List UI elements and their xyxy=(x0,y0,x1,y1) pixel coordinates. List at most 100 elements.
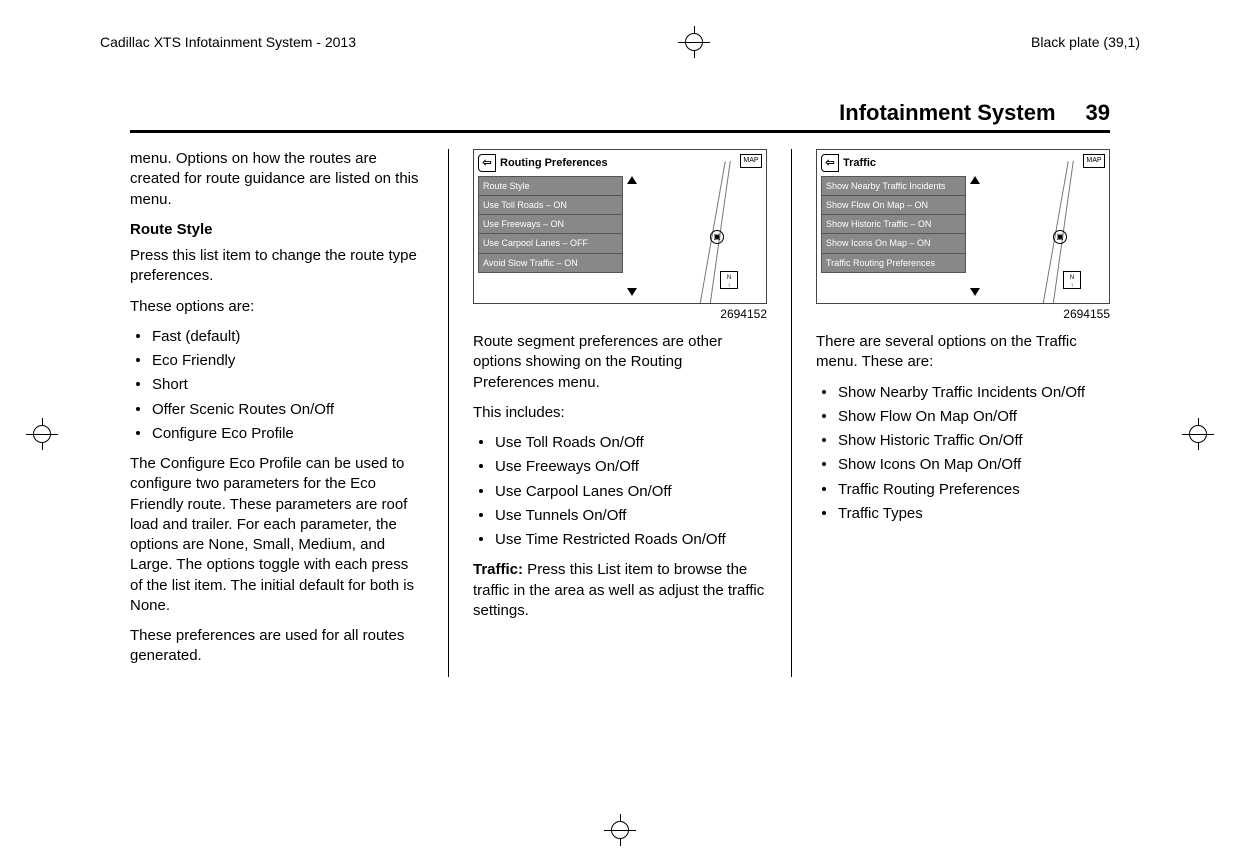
chevron-up-icon xyxy=(627,176,637,184)
list-item: Use Freeways On/Off xyxy=(473,457,767,477)
list-item: Fast (default) xyxy=(130,327,424,347)
figure-caption: 2694155 xyxy=(816,306,1110,322)
bullet-icon xyxy=(479,489,483,493)
compass-icon: N↑ xyxy=(1063,271,1081,289)
list-item: Configure Eco Profile xyxy=(130,424,424,444)
page-number: 39 xyxy=(1086,100,1110,126)
col1-p2: These options are: xyxy=(130,297,424,317)
list-item-label: Show Nearby Traffic Incidents On/Off xyxy=(838,384,1085,401)
menu-row: Use Freeways – ON xyxy=(478,215,623,234)
column-separator xyxy=(791,149,792,677)
bullet-icon xyxy=(479,537,483,541)
doc-title: Cadillac XTS Infotainment System - 2013 xyxy=(100,34,356,50)
list-item-label: Eco Friendly xyxy=(152,352,235,369)
crop-mark-bottom xyxy=(606,816,634,844)
col2-p1: Route segment preferences are other opti… xyxy=(473,332,767,393)
col1-intro: menu. Options on how the routes are crea… xyxy=(130,149,424,210)
map-road-icon xyxy=(640,170,760,300)
section-title: Infotainment System xyxy=(839,100,1055,126)
list-item-label: Fast (default) xyxy=(152,328,240,345)
list-item: Eco Friendly xyxy=(130,351,424,371)
bullet-icon xyxy=(822,511,826,515)
list-item-label: Use Toll Roads On/Off xyxy=(495,434,644,451)
chevron-down-icon xyxy=(970,288,980,296)
back-icon: ⇦ xyxy=(821,154,839,172)
list-item: Show Historic Traffic On/Off xyxy=(816,431,1110,451)
col2-list: Use Toll Roads On/Off Use Freeways On/Of… xyxy=(473,433,767,550)
traffic-label: Traffic: xyxy=(473,561,523,578)
menu-row: Traffic Routing Preferences xyxy=(821,254,966,273)
vehicle-marker-icon: ▣ xyxy=(710,230,724,244)
bullet-icon xyxy=(479,513,483,517)
vehicle-marker-icon: ▣ xyxy=(1053,230,1067,244)
map-button-icon: MAP xyxy=(740,154,762,168)
list-item: Show Flow On Map On/Off xyxy=(816,407,1110,427)
bullet-icon xyxy=(136,407,140,411)
col1-list: Fast (default) Eco Friendly Short Offer … xyxy=(130,327,424,444)
bullet-icon xyxy=(479,464,483,468)
list-item-label: Show Flow On Map On/Off xyxy=(838,408,1017,425)
bullet-icon xyxy=(136,382,140,386)
bullet-icon xyxy=(822,390,826,394)
map-road-icon xyxy=(983,170,1103,300)
chevron-up-icon xyxy=(970,176,980,184)
columns: menu. Options on how the routes are crea… xyxy=(130,149,1110,677)
bullet-icon xyxy=(822,414,826,418)
list-item: Use Time Restricted Roads On/Off xyxy=(473,530,767,550)
list-item: Traffic Types xyxy=(816,504,1110,524)
list-item-label: Short xyxy=(152,376,188,393)
crop-mark-left xyxy=(28,420,56,448)
plate-label: Black plate (39,1) xyxy=(1031,34,1140,50)
back-icon: ⇦ xyxy=(478,154,496,172)
menu-row: Show Nearby Traffic Incidents xyxy=(821,176,966,196)
list-item-label: Offer Scenic Routes On/Off xyxy=(152,401,334,418)
list-item-label: Use Carpool Lanes On/Off xyxy=(495,483,671,500)
figure-title: Traffic xyxy=(843,156,876,171)
chevron-down-icon xyxy=(627,288,637,296)
col1-p3: The Configure Eco Profile can be used to… xyxy=(130,454,424,616)
column-1: menu. Options on how the routes are crea… xyxy=(130,149,424,677)
figure-menu: Show Nearby Traffic Incidents Show Flow … xyxy=(821,176,966,273)
list-item: Show Icons On Map On/Off xyxy=(816,455,1110,475)
menu-row: Show Icons On Map – ON xyxy=(821,234,966,253)
list-item: Short xyxy=(130,375,424,395)
list-item: Use Tunnels On/Off xyxy=(473,506,767,526)
column-2: ⇦ Routing Preferences MAP Route Style Us… xyxy=(473,149,767,677)
list-item-label: Traffic Routing Preferences xyxy=(838,481,1020,498)
figure-routing-preferences: ⇦ Routing Preferences MAP Route Style Us… xyxy=(473,149,767,304)
crop-mark-right xyxy=(1184,420,1212,448)
list-item: Traffic Routing Preferences xyxy=(816,480,1110,500)
menu-row: Show Historic Traffic – ON xyxy=(821,215,966,234)
print-header: Cadillac XTS Infotainment System - 2013 … xyxy=(100,28,1140,56)
list-item-label: Use Tunnels On/Off xyxy=(495,507,626,524)
column-separator xyxy=(448,149,449,677)
col2-p2: This includes: xyxy=(473,403,767,423)
list-item: Show Nearby Traffic Incidents On/Off xyxy=(816,383,1110,403)
bullet-icon xyxy=(136,334,140,338)
menu-row: Use Toll Roads – ON xyxy=(478,196,623,215)
list-item-label: Use Freeways On/Off xyxy=(495,458,639,475)
menu-row: Route Style xyxy=(478,176,623,196)
list-item-label: Traffic Types xyxy=(838,505,923,522)
bullet-icon xyxy=(822,462,826,466)
figure-caption: 2694152 xyxy=(473,306,767,322)
bullet-icon xyxy=(136,431,140,435)
figure-title: Routing Preferences xyxy=(500,156,608,171)
menu-row: Show Flow On Map – ON xyxy=(821,196,966,215)
list-item-label: Show Icons On Map On/Off xyxy=(838,456,1021,473)
list-item: Use Toll Roads On/Off xyxy=(473,433,767,453)
page-body: Infotainment System 39 menu. Options on … xyxy=(130,100,1110,798)
bullet-icon xyxy=(822,438,826,442)
scrollbar xyxy=(969,176,981,296)
col3-list: Show Nearby Traffic Incidents On/Off Sho… xyxy=(816,383,1110,525)
scrollbar xyxy=(626,176,638,296)
col3-p1: There are several options on the Traffic… xyxy=(816,332,1110,373)
crop-mark-top xyxy=(680,28,708,56)
list-item: Offer Scenic Routes On/Off xyxy=(130,400,424,420)
list-item-label: Use Time Restricted Roads On/Off xyxy=(495,531,726,548)
map-button-icon: MAP xyxy=(1083,154,1105,168)
column-3: ⇦ Traffic MAP Show Nearby Traffic Incide… xyxy=(816,149,1110,677)
figure-traffic: ⇦ Traffic MAP Show Nearby Traffic Incide… xyxy=(816,149,1110,304)
bullet-icon xyxy=(479,440,483,444)
list-item-label: Show Historic Traffic On/Off xyxy=(838,432,1023,449)
